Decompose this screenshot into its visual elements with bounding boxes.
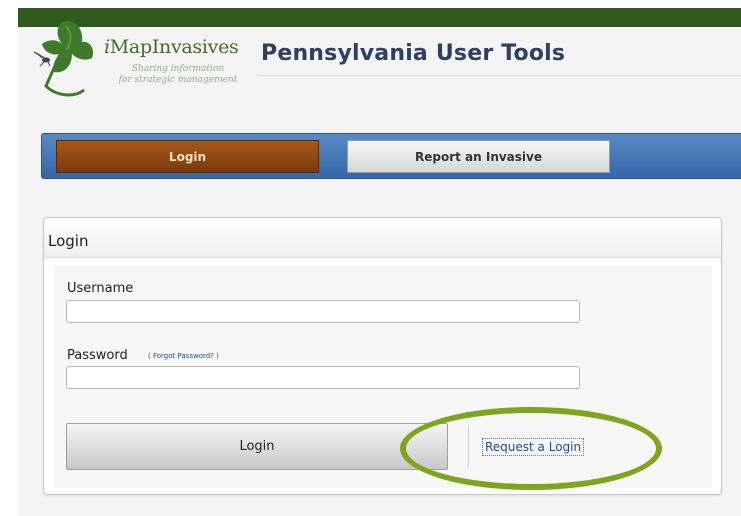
- login-submit-button[interactable]: Login: [66, 423, 448, 470]
- logo-title: iMapInvasives: [104, 36, 239, 58]
- page-title: Pennsylvania User Tools: [261, 41, 566, 66]
- nav-bar: Login Report an Invasive: [41, 133, 741, 179]
- login-panel: Login Username Password ( Forgot Passwor…: [43, 217, 722, 495]
- title-divider: [258, 75, 741, 76]
- leaf-logo-icon: [33, 21, 94, 97]
- tab-login[interactable]: Login: [56, 140, 319, 173]
- login-panel-title: Login: [48, 232, 89, 250]
- button-divider: [468, 426, 469, 468]
- username-label: Username: [67, 281, 134, 296]
- request-login-link[interactable]: Request a Login: [482, 438, 585, 456]
- forgot-password: ( Forgot Password? ): [148, 352, 219, 360]
- logo-tagline: Sharing information for strategic manage…: [118, 64, 238, 85]
- imapinvasives-logo[interactable]: iMapInvasives Sharing information for st…: [22, 14, 239, 104]
- login-panel-header: Login: [44, 218, 721, 258]
- username-input[interactable]: [66, 300, 580, 323]
- password-label: Password: [67, 348, 128, 363]
- password-input[interactable]: [66, 366, 580, 389]
- forgot-password-link[interactable]: Forgot Password?: [153, 352, 214, 360]
- tab-report-an-invasive[interactable]: Report an Invasive: [347, 140, 610, 173]
